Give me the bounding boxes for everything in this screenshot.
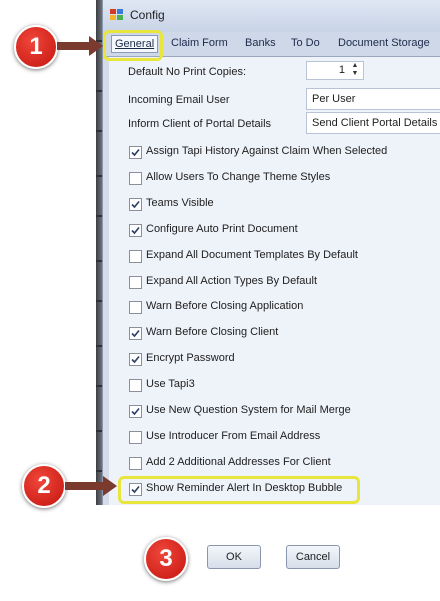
incoming-email-user-label: Incoming Email User: [128, 94, 230, 106]
tab-banks[interactable]: Banks: [245, 37, 276, 49]
checkbox-label: Teams Visible: [146, 196, 214, 209]
tab-document-storage[interactable]: Document Storage: [338, 37, 430, 49]
callout-arrow-1: [57, 36, 103, 56]
checkbox-label: Warn Before Closing Application: [146, 300, 304, 313]
callout-marker-2: 2: [22, 464, 66, 508]
checkbox-label: Encrypt Password: [146, 352, 235, 365]
title-bar: Config: [103, 0, 440, 32]
tab-to-do[interactable]: To Do: [291, 37, 320, 49]
checkmark-icon: [131, 226, 140, 234]
checkbox-label: Configure Auto Print Document: [146, 222, 298, 235]
checkbox-label: Use Tapi3: [146, 378, 195, 391]
config-window: Config General Claim Form Banks To Do Do…: [102, 0, 440, 505]
cancel-button[interactable]: Cancel: [286, 545, 340, 569]
checkbox-label: Add 2 Additional Addresses For Client: [146, 455, 331, 468]
highlight-general-tab: [103, 30, 163, 61]
checkbox[interactable]: [129, 171, 142, 185]
callout-arrow-2: [65, 476, 117, 496]
ok-button[interactable]: OK: [207, 545, 261, 569]
app-icon: [110, 9, 126, 22]
checkbox-label: Expand All Document Templates By Default: [146, 248, 358, 261]
checkbox[interactable]: [129, 275, 142, 289]
default-print-copies-value: 1: [338, 64, 345, 76]
checkmark-icon: [131, 356, 140, 364]
checkmark-icon: [131, 407, 140, 416]
highlight-reminder-option: [118, 476, 360, 504]
checkbox[interactable]: [129, 430, 142, 444]
general-panel: Default No Print Copies: 1 ▲ ▼ Incoming E…: [109, 57, 440, 505]
inform-client-portal-value: Send Client Portal Details: [312, 117, 438, 129]
callout-marker-3: 3: [144, 537, 188, 581]
checkbox[interactable]: [129, 223, 142, 237]
checkbox[interactable]: [129, 405, 142, 418]
checkbox-label: Allow Users To Change Theme Styles: [146, 170, 331, 183]
checkbox[interactable]: [129, 353, 142, 367]
checkmark-icon: [131, 330, 140, 338]
stepper-arrows-icon[interactable]: ▲ ▼: [349, 62, 361, 79]
checkbox-label: Warn Before Closing Client: [146, 326, 279, 339]
checkbox-label: Expand All Action Types By Default: [146, 274, 318, 287]
checkmark-icon: [131, 200, 140, 208]
checkbox-label: Use Introducer From Email Address: [146, 429, 321, 442]
checkmark-icon: [131, 148, 140, 157]
default-print-copies-stepper[interactable]: 1 ▲ ▼: [306, 61, 364, 80]
background: [0, 0, 96, 505]
checkbox[interactable]: [129, 197, 142, 211]
incoming-email-user-select[interactable]: Per User: [306, 88, 440, 110]
incoming-email-user-value: Per User: [312, 93, 356, 105]
checkbox[interactable]: [129, 146, 142, 159]
inform-client-portal-select[interactable]: Send Client Portal Details: [306, 112, 440, 134]
checkbox[interactable]: [129, 301, 142, 315]
inform-client-portal-label: Inform Client of Portal Details: [128, 118, 272, 130]
default-print-copies-label: Default No Print Copies:: [128, 66, 246, 78]
checkbox[interactable]: [129, 327, 142, 341]
window-title: Config: [130, 8, 165, 22]
callout-marker-1: 1: [14, 25, 58, 69]
checkbox-label: Assign Tapi History Against Claim When S…: [146, 145, 388, 157]
checkbox-label: Use New Question System for Mail Merge: [146, 404, 351, 416]
checkbox[interactable]: [129, 249, 142, 263]
checkbox[interactable]: [129, 456, 142, 470]
checkbox[interactable]: [129, 379, 142, 393]
tab-claim-form[interactable]: Claim Form: [171, 37, 228, 49]
